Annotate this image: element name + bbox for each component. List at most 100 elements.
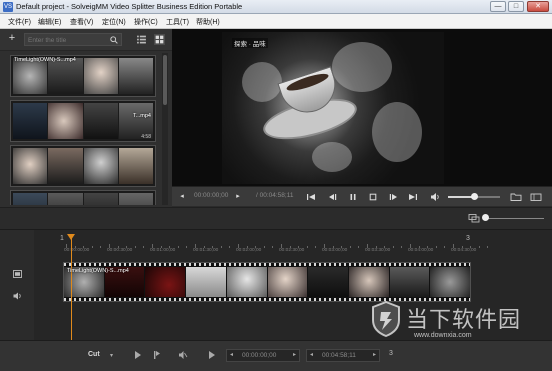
play-selection-icon[interactable] (208, 350, 216, 360)
window-title: Default project - SolveigMM Video Splitt… (16, 2, 243, 11)
end-marker-label: 3 (466, 235, 470, 242)
video-frame[interactable]: 探索 · 品味 (222, 32, 444, 184)
skip-back-icon[interactable] (306, 192, 316, 202)
ruler-minor-tick (272, 246, 274, 248)
ruler-minor-tick (435, 246, 437, 248)
folder-icon[interactable] (510, 192, 522, 202)
total-time: / 00:04:58;11 (256, 192, 294, 199)
edit-toolbar: Cut ▾ ◂ 00:00:00;00 ▸ ◂ 00:04:58;11 ▸ 3 (0, 340, 552, 371)
set-end-marker-icon[interactable] (152, 350, 162, 360)
add-file-button[interactable]: + (6, 33, 18, 45)
ruler-tick-label: 00:00:30;00 (107, 248, 133, 253)
library-search-box (24, 33, 122, 46)
close-button[interactable]: ✕ (527, 1, 549, 12)
menu-help[interactable]: 帮助(H) (196, 17, 220, 27)
watermark-text: 当下软件园 (406, 308, 522, 333)
library-search-input[interactable] (28, 35, 106, 45)
ruler-tick-label: 00:04:30;00 (451, 248, 477, 253)
ruler-tick-label: 00:03:00;00 (322, 248, 348, 253)
zoom-icon[interactable] (468, 213, 480, 223)
ruler-minor-tick (177, 246, 179, 248)
edit-mode-select[interactable]: Cut (88, 351, 100, 358)
audio-track-icon[interactable] (13, 292, 23, 300)
volume-slider[interactable] (448, 193, 500, 200)
ruler-minor-tick (358, 246, 360, 248)
watermark-url: www.downxia.com (414, 332, 472, 339)
ruler-minor-tick (134, 246, 136, 248)
grid-view-icon[interactable] (154, 34, 165, 45)
maximize-button[interactable]: □ (508, 1, 524, 12)
clip-thumbnail-strip (13, 58, 153, 94)
ruler-minor-tick (263, 246, 265, 248)
zoom-knob[interactable] (482, 214, 489, 221)
minimize-button[interactable]: — (490, 1, 506, 12)
library-clip-item[interactable] (10, 145, 156, 187)
frame-back-icon[interactable] (328, 192, 338, 202)
library-clip-item[interactable]: T...mp4 4:58 (10, 100, 156, 142)
library-clip-item[interactable]: TimeLight(OWN)-S...mp4 (10, 55, 156, 97)
ruler-minor-tick (315, 246, 317, 248)
start-marker-label: 1 (60, 235, 64, 242)
ruler-tick-label: 00:01:30;00 (193, 248, 219, 253)
volume-icon[interactable] (430, 192, 442, 202)
ruler-minor-tick (220, 246, 222, 248)
ruler-minor-tick (100, 246, 102, 248)
selection-end-time[interactable]: ◂ 00:04:58;11 ▸ (306, 349, 380, 362)
menu-navigate[interactable]: 定位(N) (102, 17, 126, 27)
site-watermark: 当下软件园 www.downxia.com (370, 300, 546, 344)
menu-tools[interactable]: 工具(T) (166, 17, 189, 27)
menu-view[interactable]: 查看(V) (70, 17, 93, 27)
mute-icon[interactable] (178, 350, 188, 360)
search-icon[interactable] (110, 36, 118, 44)
window-titlebar: VS Default project - SolveigMM Video Spl… (0, 0, 552, 14)
snapshot-icon[interactable] (530, 192, 542, 202)
ruler-minor-tick (392, 246, 394, 248)
library-clip-item[interactable] (10, 190, 156, 205)
timeline-ruler[interactable]: 1 3 00:00:00;00 00:00:30;00 00:01:00;00 00:… (36, 234, 552, 256)
library-toolbar: + (0, 29, 172, 51)
playhead[interactable] (71, 238, 72, 340)
ruler-minor-tick (143, 246, 145, 248)
ruler-minor-tick (91, 246, 93, 248)
track-header-column (0, 230, 34, 341)
clip-name: TimeLight(OWN)-S...mp4 (14, 57, 76, 63)
ruler-minor-tick (306, 246, 308, 248)
timeline-zoom-bar (0, 207, 552, 228)
timeline-video-clip[interactable]: TimeLight(OWN)-S...mp4 (63, 262, 471, 302)
ruler-tick-label: 00:02:00;00 (236, 248, 262, 253)
media-library-panel: + TimeLight(OWN)-S... (0, 29, 172, 208)
library-scrollbar[interactable] (162, 53, 168, 205)
ruler-tick-label: 00:02:30;00 (279, 248, 305, 253)
next-icon[interactable]: ▸ (234, 192, 242, 202)
video-caption: 探索 · 品味 (232, 38, 268, 48)
clip-thumbnail-strip (13, 103, 153, 139)
pause-icon[interactable] (348, 192, 358, 202)
ruler-tick-label: 00:00:00;00 (64, 248, 90, 253)
ruler-tick-label: 00:03:30;00 (365, 248, 391, 253)
stop-icon[interactable] (368, 192, 378, 202)
frame-forward-icon[interactable] (388, 192, 398, 202)
video-preview-area: 探索 · 品味 (172, 29, 552, 186)
volume-knob[interactable] (471, 193, 478, 200)
shield-logo-icon (372, 300, 400, 338)
ruler-minor-tick (444, 246, 446, 248)
menu-file[interactable]: 文件(F) (8, 17, 31, 27)
prev-icon[interactable]: ◂ (178, 192, 186, 202)
menu-bar: 文件(F) 编辑(E) 查看(V) 定位(N) 操作(C) 工具(T) 帮助(H… (0, 14, 552, 29)
scrollbar-thumb[interactable] (163, 55, 167, 105)
app-icon: VS (3, 2, 13, 12)
menu-operation[interactable]: 操作(C) (134, 17, 158, 27)
zoom-slider[interactable] (484, 218, 544, 219)
set-start-marker-icon[interactable] (133, 350, 143, 360)
ruler-tick-label: 00:04:00;00 (408, 248, 434, 253)
current-time[interactable]: 00:00:00;00 (194, 192, 228, 199)
menu-edit[interactable]: 编辑(E) (38, 17, 61, 27)
chevron-down-icon[interactable]: ▾ (110, 352, 113, 359)
library-clip-list: TimeLight(OWN)-S...mp4 T...mp4 4:58 (6, 55, 158, 205)
ruler-minor-tick (401, 246, 403, 248)
clip-duration: 4:58 (141, 134, 151, 140)
selection-start-time[interactable]: ◂ 00:00:00;00 ▸ (226, 349, 300, 362)
skip-forward-icon[interactable] (408, 192, 418, 202)
video-track-icon[interactable] (13, 270, 22, 278)
list-view-icon[interactable] (136, 34, 147, 45)
